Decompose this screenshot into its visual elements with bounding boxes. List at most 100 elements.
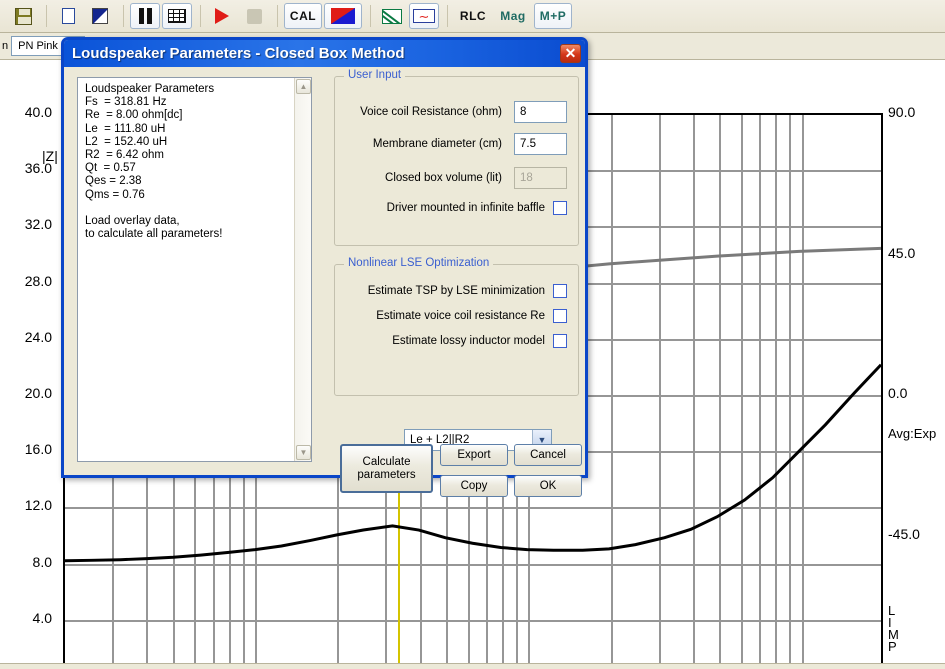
y-axis-left: 0.04.08.012.016.020.024.028.032.036.040.… — [0, 104, 58, 669]
membrane-diameter-input[interactable]: 7.5 — [514, 133, 567, 155]
voice-coil-label: Voice coil Resistance (ohm) — [360, 106, 502, 118]
magphase-label: M+P — [539, 9, 567, 23]
y-axis-tick-label: 16.0 — [24, 441, 52, 458]
voice-coil-input[interactable]: 8 — [514, 101, 567, 123]
magphase-button[interactable]: M+P — [534, 3, 572, 29]
y-axis-tick-label: 24.0 — [24, 328, 52, 345]
estimate-lossy-checkbox[interactable] — [553, 334, 567, 348]
y-axis-tick-label: 40.0 — [24, 104, 52, 120]
dialog-title-bar[interactable]: Loudspeaker Parameters - Closed Box Meth… — [64, 40, 585, 67]
y2-axis-tick-label: 45.0 — [888, 244, 916, 261]
cal-label: CAL — [289, 9, 317, 23]
estimate-re-checkbox[interactable] — [553, 309, 567, 323]
rlc-label: RLC — [459, 9, 487, 23]
parameters-text: Loudspeaker Parameters Fs = 318.81 Hz Re… — [85, 83, 223, 241]
new-document-icon — [61, 8, 79, 27]
box-volume-value: 18 — [520, 172, 533, 184]
parameters-scrollbar[interactable]: ▲ ▼ — [294, 78, 311, 461]
y-axis-tick-label: 28.0 — [24, 272, 52, 289]
sine-wave-icon: ∼ — [413, 9, 435, 23]
parameters-listbox[interactable]: Loudspeaker Parameters Fs = 318.81 Hz Re… — [77, 77, 312, 462]
y-axis-right: -90.0-45.00.045.090.0 — [888, 104, 945, 669]
user-input-title: User Input — [344, 69, 406, 81]
save-button[interactable] — [8, 3, 38, 29]
estimate-re-field: Estimate voice coil resistance Re — [335, 309, 567, 323]
pause-button[interactable] — [130, 3, 160, 29]
copy-button[interactable]: Copy — [440, 475, 508, 497]
membrane-diameter-label: Membrane diameter (cm) — [372, 138, 502, 150]
voice-coil-value: 8 — [520, 106, 527, 118]
hatched-chart-icon — [382, 8, 402, 24]
membrane-diameter-value: 7.5 — [520, 138, 536, 150]
y-axis-tick-label: 4.0 — [32, 609, 52, 626]
infinite-baffle-label: Driver mounted in infinite baffle — [386, 202, 545, 214]
estimate-lossy-label: Estimate lossy inductor model — [392, 335, 545, 347]
cancel-button[interactable]: Cancel — [514, 444, 582, 466]
y-axis-tick-label: 8.0 — [32, 553, 52, 570]
tab-prefix-label: n — [2, 40, 9, 52]
pause-icon — [138, 8, 152, 24]
infinite-baffle-checkbox[interactable] — [553, 201, 567, 215]
export-button[interactable]: Export — [440, 444, 508, 466]
signal-type-value: PN Pink — [18, 40, 58, 52]
estimate-lossy-field: Estimate lossy inductor model — [335, 334, 567, 348]
scroll-down-icon[interactable]: ▼ — [296, 445, 311, 460]
stop-button[interactable] — [239, 3, 269, 29]
y2-axis-tick-label: 90.0 — [888, 104, 916, 120]
calculate-parameters-button[interactable]: Calculate parameters — [340, 444, 433, 493]
membrane-diameter-field: Membrane diameter (cm) 7.5 — [335, 133, 567, 155]
mag-label: Mag — [500, 9, 526, 23]
y-axis-tick-label: 36.0 — [24, 160, 52, 177]
close-icon[interactable]: ✕ — [560, 44, 581, 63]
voice-coil-field: Voice coil Resistance (ohm) 8 — [335, 101, 567, 123]
triangle-fill-button[interactable] — [85, 3, 115, 29]
toolbar-separator — [123, 5, 124, 27]
estimate-tsp-field: Estimate TSP by LSE minimization — [335, 284, 567, 298]
estimate-re-label: Estimate voice coil resistance Re — [376, 310, 545, 322]
red-blue-gradient-icon — [331, 8, 355, 24]
calculate-line2: parameters — [357, 468, 416, 481]
y-axis-tick-label: 20.0 — [24, 385, 52, 401]
table-grid-icon — [168, 9, 186, 23]
box-volume-input[interactable]: 18 — [514, 167, 567, 189]
box-volume-field: Closed box volume (lit) 18 — [335, 167, 567, 189]
cal-button[interactable]: CAL — [284, 3, 322, 29]
save-icon — [14, 7, 32, 25]
user-input-group: User Input Voice coil Resistance (ohm) 8… — [334, 69, 579, 246]
main-toolbar: CAL ∼ RLC Mag M+P — [0, 0, 945, 33]
y2-axis-tick-label: -45.0 — [888, 525, 920, 542]
rlc-button[interactable]: RLC — [454, 3, 492, 29]
calculate-line1: Calculate — [362, 455, 411, 468]
play-button[interactable] — [207, 3, 237, 29]
stop-icon — [246, 8, 262, 24]
infinite-baffle-field: Driver mounted in infinite baffle — [335, 201, 567, 215]
estimate-tsp-label: Estimate TSP by LSE minimization — [367, 285, 545, 297]
calculate-parameters-label: Calculate parameters — [357, 456, 415, 482]
toolbar-separator — [200, 5, 201, 27]
toolbar-separator — [46, 5, 47, 27]
ok-button[interactable]: OK — [514, 475, 582, 497]
triangle-fill-icon — [92, 8, 108, 24]
toolbar-separator — [370, 5, 371, 27]
new-document-button[interactable] — [53, 3, 83, 29]
mag-button[interactable]: Mag — [494, 3, 532, 29]
play-icon — [215, 8, 229, 24]
dialog-title: Loudspeaker Parameters - Closed Box Meth… — [72, 45, 405, 62]
lse-optimization-group: Nonlinear LSE Optimization Estimate TSP … — [334, 257, 579, 396]
y2-axis-tick-label: 0.0 — [888, 385, 908, 401]
lse-optimization-title: Nonlinear LSE Optimization — [344, 257, 494, 269]
toolbar-separator — [277, 5, 278, 27]
scroll-up-icon[interactable]: ▲ — [296, 79, 311, 94]
toolbar-separator — [447, 5, 448, 27]
y-axis-tick-label: 32.0 — [24, 216, 52, 233]
y-axis-tick-label: 12.0 — [24, 497, 52, 514]
table-view-button[interactable] — [162, 3, 192, 29]
red-blue-gradient-button[interactable] — [324, 3, 362, 29]
hatched-chart-button[interactable] — [377, 3, 407, 29]
sine-wave-button[interactable]: ∼ — [409, 3, 439, 29]
status-bar — [0, 663, 945, 669]
estimate-tsp-checkbox[interactable] — [553, 284, 567, 298]
loudspeaker-parameters-dialog: Loudspeaker Parameters - Closed Box Meth… — [61, 37, 588, 497]
dialog-body: Loudspeaker Parameters Fs = 318.81 Hz Re… — [64, 67, 585, 497]
application-window: CAL ∼ RLC Mag M+P n PN Pink |Z| Avg:Exp … — [0, 0, 945, 669]
